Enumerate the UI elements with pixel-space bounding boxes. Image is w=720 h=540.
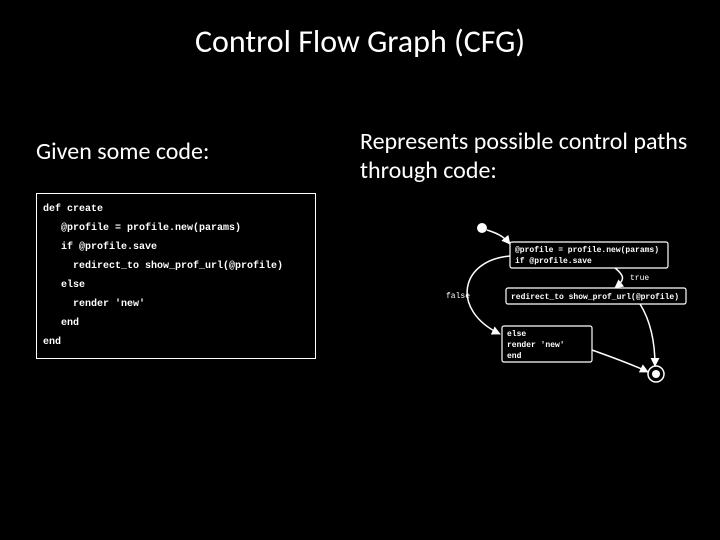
cfg-node-1-line1: @profile = profile.new(params): [515, 246, 659, 255]
cfg-node-3-line2: render 'new': [507, 341, 565, 350]
right-column: Represents possible control paths throug…: [360, 128, 700, 186]
right-subhead: Represents possible control paths throug…: [360, 128, 700, 186]
left-subhead: Given some code:: [36, 138, 346, 167]
edge-false: [467, 256, 510, 334]
cfg-diagram: @profile = profile.new(params) if @profi…: [440, 220, 700, 420]
slide: Control Flow Graph (CFG) Given some code…: [0, 0, 720, 540]
end-node-inner-icon: [652, 370, 660, 378]
edge-node2-to-end: [640, 304, 655, 366]
code-box: def create @profile = profile.new(params…: [36, 193, 316, 359]
cfg-svg: @profile = profile.new(params) if @profi…: [440, 220, 700, 420]
start-node-icon: [477, 223, 487, 233]
edge-start-to-node1: [487, 230, 510, 244]
cfg-node-2-line1: redirect_to show_prof_url(@profile): [511, 293, 679, 302]
cfg-node-3-line3: end: [507, 352, 522, 361]
edge-node3-to-end: [592, 350, 648, 372]
edge-false-label: false: [446, 292, 470, 301]
left-column: Given some code: def create @profile = p…: [36, 138, 346, 359]
code-snippet: def create @profile = profile.new(params…: [43, 200, 309, 352]
cfg-node-3-line1: else: [507, 330, 526, 339]
edge-true: [615, 268, 623, 288]
slide-title: Control Flow Graph (CFG): [0, 22, 720, 61]
cfg-node-1-line2: if @profile.save: [515, 257, 592, 266]
edge-true-label: true: [630, 274, 649, 283]
